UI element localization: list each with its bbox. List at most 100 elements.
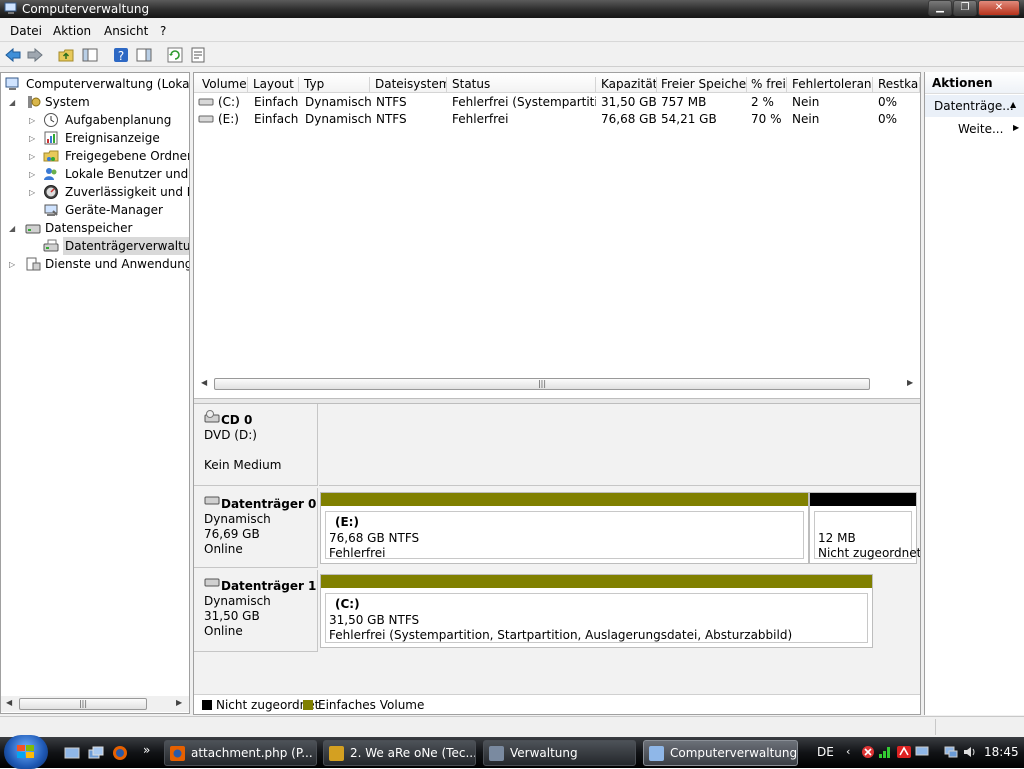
task-computerverwaltung[interactable]: Computerverwaltung [643,740,798,766]
forward-arrow-icon[interactable] [26,46,44,64]
partition-size: 12 MB [818,531,856,545]
tray-volume-icon[interactable] [962,745,978,759]
start-button[interactable] [4,735,48,769]
minimize-button[interactable]: ▁ [928,0,952,16]
cell-status: Fehlerfrei [452,112,509,126]
disk-row-disk1[interactable]: Datenträger 1 Dynamisch 31,50 GB Online … [194,570,920,652]
disk-row-cd0[interactable]: CD 0 DVD (D:) Kein Medium [194,404,920,486]
column-header[interactable]: Dateisystem [371,77,447,93]
collapse-up-icon[interactable]: ▲ [1010,100,1016,109]
cell-type: Dynamisch [305,95,372,109]
tray-display-icon[interactable] [915,745,929,759]
back-arrow-icon[interactable] [4,46,22,64]
language-indicator[interactable]: DE [817,745,834,759]
menu-ansicht[interactable]: Ansicht [104,24,148,38]
column-header[interactable]: Volume [198,77,248,93]
action-more[interactable]: Weite... ▶ [925,119,1024,139]
scroll-left-icon[interactable]: ◀ [6,698,12,707]
show-hide-tree-icon[interactable] [81,46,99,64]
column-header[interactable]: Typ [300,77,370,93]
actions-section[interactable]: Datenträge... ▲ [925,95,1024,117]
scroll-left-icon[interactable]: ◀ [201,378,207,387]
tree-item-freigegebene-ordner[interactable]: ▷ Freigegebene Ordner [29,147,190,165]
volume-list-horizontal-scrollbar[interactable]: ◀ ||| ▶ [194,376,920,392]
tree-item-label: Freigegebene Ordner [65,149,190,163]
cell-percent-free: 70 % [751,112,782,126]
tree-item-ereignisanzeige[interactable]: ▷ Ereignisanzeige [29,129,189,147]
tree-item-aufgabenplanung[interactable]: ▷ Aufgabenplanung [29,111,189,129]
column-header[interactable]: Fehlertoleranz [788,77,873,93]
restore-button[interactable]: ❐ [953,0,977,16]
properties-icon[interactable] [189,46,207,64]
tray-warning-icon[interactable] [861,745,875,759]
partition-status: Fehlerfrei [329,546,386,560]
column-header[interactable]: % frei [747,77,787,93]
table-row[interactable]: (C:) Einfach Dynamisch NTFS Fehlerfrei (… [194,94,920,111]
close-button[interactable]: ✕ [978,0,1020,16]
up-folder-icon[interactable] [57,46,75,64]
taskbar: » attachment.php (P... 2. We aRe oNe (Te… [0,735,1024,769]
tree-item-datentraegerverwaltung[interactable]: Datenträgerverwaltung [29,237,189,255]
scroll-thumb[interactable]: ||| [19,698,147,710]
show-hide-action-pane-icon[interactable] [135,46,153,64]
column-header[interactable]: Freier Speicher [657,77,747,93]
partition-c[interactable]: (C:) 31,50 GB NTFS Fehlerfrei (Systempar… [320,574,873,648]
clock-icon [44,113,58,127]
table-row[interactable]: (E:) Einfach Dynamisch NTFS Fehlerfrei 7… [194,111,920,128]
collapse-triangle-icon[interactable]: ◢ [9,224,18,233]
task-attachment[interactable]: attachment.php (P... [164,740,317,766]
tray-network-icon[interactable] [944,745,958,759]
scroll-right-icon[interactable]: ▶ [176,698,182,707]
cell-overhead: 0% [878,112,898,126]
column-header[interactable]: Restkap [874,77,920,93]
column-header[interactable]: Status [448,77,596,93]
disk-label[interactable]: Datenträger 1 Dynamisch 31,50 GB Online [194,570,318,652]
help-icon[interactable]: ? [112,46,130,64]
cell-overhead: 0% [878,95,898,109]
tray-signal-icon[interactable] [878,745,892,759]
expand-triangle-icon[interactable]: ▷ [29,152,38,161]
disk-label[interactable]: Datenträger 0 Dynamisch 76,69 GB Online [194,488,318,568]
windows-logo-icon [17,745,34,758]
column-header[interactable]: Layout [249,77,299,93]
cell-capacity: 76,68 GB [601,112,657,126]
expand-triangle-icon[interactable]: ▷ [29,188,38,197]
menu-aktion[interactable]: Aktion [53,24,91,38]
tree-item-dienste[interactable]: ▷ Dienste und Anwendungen [9,255,189,273]
svg-text:?: ? [118,49,124,63]
expand-triangle-icon[interactable]: ▷ [9,260,18,269]
firefox-icon[interactable] [112,745,128,761]
disk-label[interactable]: CD 0 DVD (D:) Kein Medium [194,404,318,486]
task-verwaltung[interactable]: Verwaltung [483,740,636,766]
tree-item-system[interactable]: ◢ System [9,93,189,111]
hard-disk-icon [204,496,220,505]
menu-datei[interactable]: Datei [10,24,42,38]
tray-antivirus-icon[interactable] [896,745,912,759]
disk-row-disk0[interactable]: Datenträger 0 Dynamisch 76,69 GB Online … [194,488,920,568]
expand-triangle-icon[interactable]: ▷ [29,134,38,143]
tree-horizontal-scrollbar[interactable]: ◀ ||| ▶ [1,696,189,712]
tree-item-datenspeicher[interactable]: ◢ Datenspeicher [9,219,189,237]
tree-item-lokale-benutzer[interactable]: ▷ Lokale Benutzer und Gruppen [29,165,189,183]
expand-triangle-icon[interactable]: ▷ [29,116,38,125]
tree-item-geraete-manager[interactable]: Geräte-Manager [29,201,189,219]
quicklaunch-more-icon[interactable]: » [143,743,150,757]
refresh-icon[interactable] [166,46,184,64]
show-desktop-icon[interactable] [64,745,80,761]
collapse-triangle-icon[interactable]: ◢ [9,98,18,107]
scroll-right-icon[interactable]: ▶ [907,378,913,387]
switch-windows-icon[interactable] [88,745,104,761]
tray-expand-icon[interactable]: ‹ [846,745,850,758]
menu-help[interactable]: ? [160,24,166,38]
tree-root[interactable]: Computerverwaltung (Lokal) [5,75,189,93]
partition-unallocated[interactable]: 12 MB Nicht zugeordnet [809,492,920,564]
partition-e[interactable]: (E:) 76,68 GB NTFS Fehlerfrei [320,492,809,564]
scroll-thumb[interactable]: ||| [214,378,870,390]
clock[interactable]: 18:45 [984,745,1019,759]
legend: Nicht zugeordnet Einfaches Volume [194,694,920,714]
tree-item-zuverlaessigkeit[interactable]: ▷ Zuverlässigkeit und Leistung [29,183,189,201]
column-header[interactable]: Kapazität [597,77,657,93]
title-bar[interactable]: Computerverwaltung ▁ ❐ ✕ [0,0,1024,18]
task-weareone[interactable]: 2. We aRe oNe (Tec... [323,740,476,766]
expand-triangle-icon[interactable]: ▷ [29,170,38,179]
